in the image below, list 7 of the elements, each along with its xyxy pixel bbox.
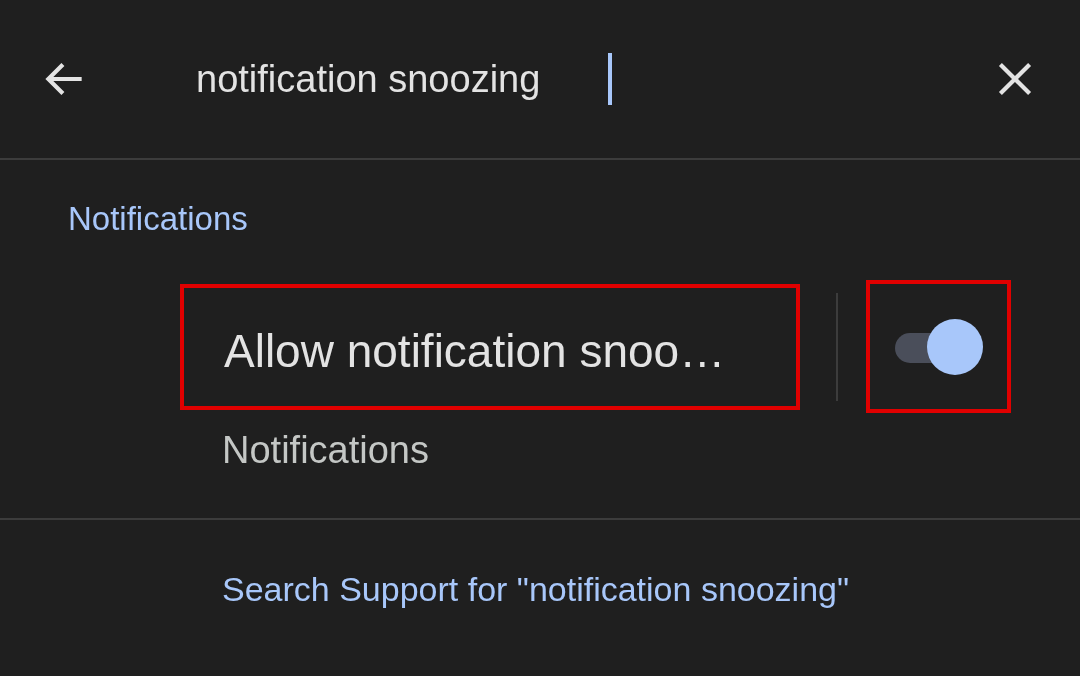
text-cursor xyxy=(608,53,612,105)
setting-subtitle: Notifications xyxy=(221,428,430,472)
section-heading: Notifications xyxy=(67,199,249,239)
setting-title[interactable]: Allow notification snoo… xyxy=(180,283,800,410)
support-link[interactable]: Search Support for "notification snoozing" xyxy=(0,520,1080,609)
search-field[interactable]: notification snoozing xyxy=(196,57,608,101)
toggle-switch[interactable] xyxy=(894,318,983,375)
